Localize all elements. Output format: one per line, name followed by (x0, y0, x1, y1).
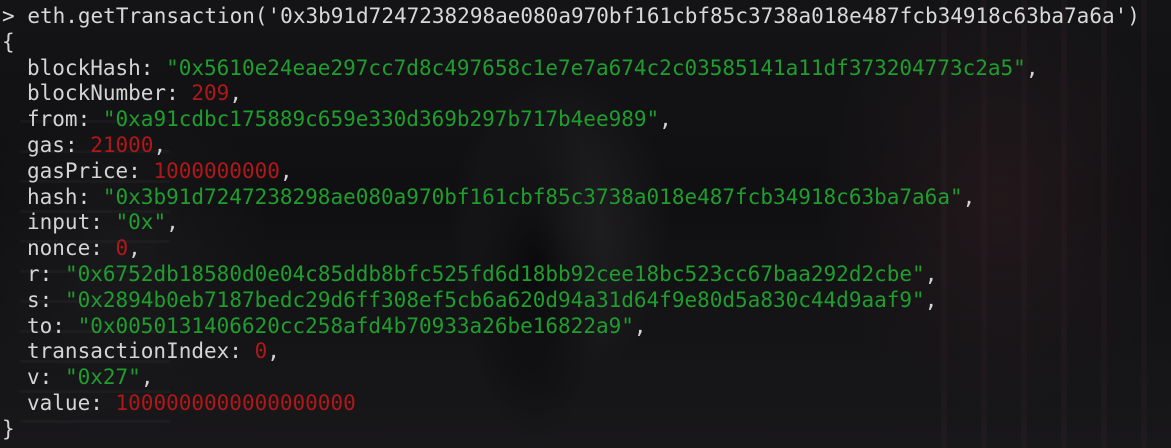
field-key: r (27, 261, 40, 286)
field-value: 0 (115, 236, 129, 261)
field-blockhash: blockHash: "0x5610e24eae297cc7d8c497658c… (27, 55, 1039, 80)
field-value: 1000000000 (153, 158, 280, 183)
field-value: 1000000000000000000 (115, 390, 356, 415)
field-key: gas (27, 132, 65, 157)
field-value: 21000 (90, 132, 154, 157)
field-key: to (27, 313, 53, 338)
field-key: hash (27, 184, 78, 209)
field-key: blockHash (27, 55, 141, 80)
field-key: input (27, 210, 91, 235)
field-value: "0x" (115, 210, 167, 235)
field-value: value: 1000000000000000000 (27, 390, 356, 415)
field-key: s (27, 287, 40, 312)
field-value: "0x27" (64, 365, 141, 390)
field-v: v: "0x27", (27, 365, 154, 390)
field-gasprice: gasPrice: 1000000000, (27, 158, 293, 183)
field-key: from (27, 107, 78, 132)
field-to: to: "0x0050131406620cc258afd4b70933a26be… (27, 313, 647, 338)
field-value: "0x0050131406620cc258afd4b70933a26be1682… (77, 313, 634, 338)
field-value: "0x2894b0eb7187bedc29d6ff308ef5cb6a620d9… (64, 287, 925, 312)
field-value: "0x5610e24eae297cc7d8c497658c1e7e7a674c2… (166, 55, 1026, 80)
field-s: s: "0x2894b0eb7187bedc29d6ff308ef5cb6a62… (27, 287, 938, 312)
field-key: gasPrice (27, 158, 129, 183)
field-r: r: "0x6752db18580d0e04c85ddb8bfc525fd6d1… (27, 261, 938, 286)
field-gas: gas: 21000, (27, 132, 167, 157)
field-nonce: nonce: 0, (27, 236, 141, 261)
prompt-symbol: > (2, 4, 15, 28)
field-hash: hash: "0x3b91d7247238298ae080a970bf161cb… (27, 184, 976, 209)
command-text: eth.getTransaction('0x3b91d7247238298ae0… (27, 4, 1140, 28)
field-key: value (27, 390, 91, 415)
terminal-window[interactable]: > eth.getTransaction('0x3b91d7247238298a… (0, 0, 1171, 448)
console-output: > eth.getTransaction('0x3b91d7247238298a… (0, 0, 1171, 443)
field-key: v (27, 365, 40, 390)
field-key: blockNumber (27, 81, 167, 106)
field-input: input: "0x", (27, 210, 179, 235)
field-transactionindex: transactionIndex: 0, (27, 339, 280, 364)
field-value: 0 (254, 339, 268, 364)
field-from: from: "0xa91cdbc175889c659e330d369b297b7… (27, 107, 672, 132)
field-blocknumber: blockNumber: 209, (27, 81, 242, 106)
field-value: "0x6752db18580d0e04c85ddb8bfc525fd6d18bb… (64, 261, 925, 286)
field-key: nonce (27, 236, 91, 261)
field-key: transactionIndex (27, 339, 230, 364)
field-value: 209 (191, 81, 230, 106)
command-line: > eth.getTransaction('0x3b91d7247238298a… (2, 4, 1171, 30)
close-brace: } (2, 416, 15, 441)
open-brace: { (2, 29, 15, 54)
field-value: "0xa91cdbc175889c659e330d369b297b717b4ee… (102, 107, 660, 132)
field-value: "0x3b91d7247238298ae080a970bf161cbf85c37… (102, 184, 963, 209)
